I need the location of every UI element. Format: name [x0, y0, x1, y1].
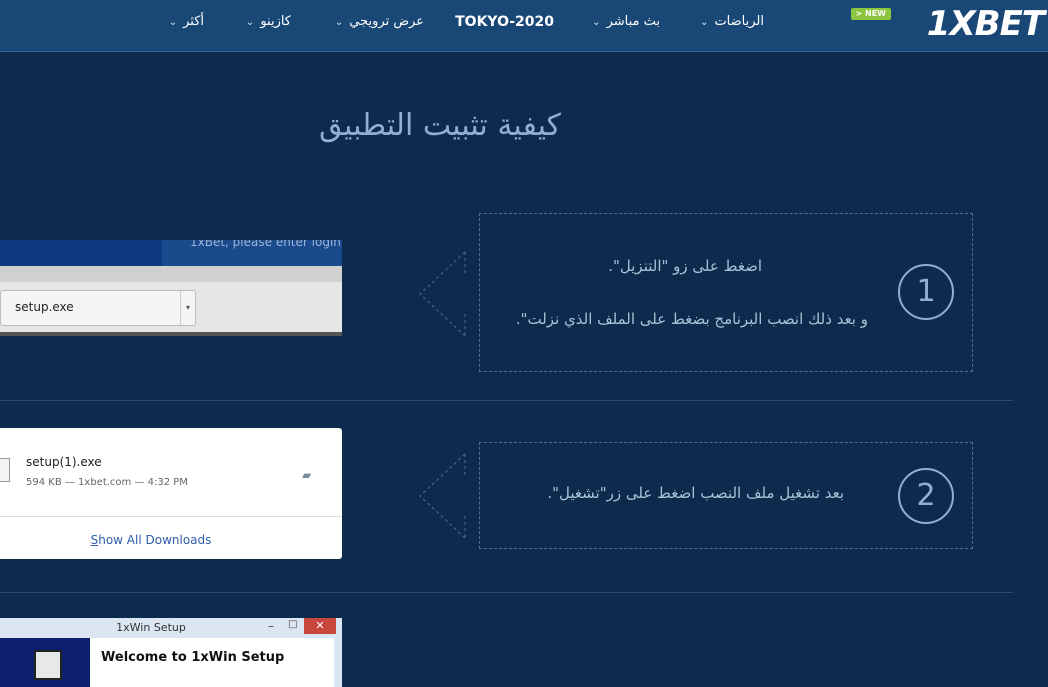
chevron-down-icon: ⌄ — [168, 17, 178, 28]
download-item[interactable]: setup.exe ▾ — [0, 290, 196, 326]
maximize-icon[interactable]: □ — [288, 619, 297, 630]
nav-promo[interactable]: عرض ترويجي ⌄ — [335, 12, 424, 32]
step-2-number: 2 — [898, 468, 954, 524]
show-all-downloads-link[interactable]: Show All Downloads — [0, 533, 302, 547]
top-navigation-bar: 1XBET > NEW الرياضات ⌄ بث مباشر ⌄ TOKYO-20… — [0, 0, 1048, 52]
window-edge — [334, 638, 342, 687]
window-titlebar: 1xWin Setup – □ ✕ — [0, 618, 342, 638]
folder-icon[interactable]: ▰ — [302, 468, 311, 482]
step-2-box: 2 بعد تشغيل ملف النصب اضغط على زر"تشغيل"… — [479, 442, 973, 549]
step-1-line-2: و بعد ذلك انصب البرنامج بضغط على الملف ا… — [515, 310, 868, 328]
nav-live[interactable]: بث مباشر ⌄ — [592, 12, 660, 32]
page-title: كيفية تثبيت التطبيق — [319, 108, 561, 143]
download-bar-top — [0, 266, 342, 282]
minimize-icon[interactable]: – — [268, 619, 274, 633]
pointer-arrow-icon — [419, 453, 466, 539]
chevron-down-icon[interactable]: ▾ — [180, 291, 195, 325]
nav-more[interactable]: أكثر ⌄ — [169, 12, 204, 32]
page-background — [0, 240, 162, 266]
show-all-label: how All Downloads — [98, 533, 212, 547]
nav-sports-label: الرياضات — [714, 14, 764, 29]
chevron-down-icon: ⌄ — [334, 17, 344, 28]
step-1-box: 1 اضغط على زو "التنزيل". و بعد ذلك انصب … — [479, 213, 973, 372]
installer-banner — [0, 638, 90, 687]
section-divider — [0, 592, 1013, 593]
chevron-down-icon: ⌄ — [592, 17, 601, 28]
nav-more-label: أكثر — [183, 14, 204, 29]
nav-tokyo-label: TOKYO-2020 — [455, 14, 554, 30]
chevron-down-icon: ⌄ — [245, 17, 255, 28]
1xbet-logo[interactable]: 1XBET — [904, 5, 1045, 43]
new-badge: > NEW — [850, 8, 891, 20]
nav-tokyo-2020[interactable]: TOKYO-2020 — [455, 12, 554, 32]
nav-casino[interactable]: كازينو ⌄ — [246, 12, 291, 32]
window-title: 1xWin Setup — [116, 621, 186, 634]
browser-page-strip: 1xBet, please enter login — [0, 240, 342, 266]
download-file-name[interactable]: setup(1).exe — [26, 455, 102, 469]
setup-window-screenshot: 1xWin Setup – □ ✕ Welcome to 1xWin Setup — [0, 618, 342, 687]
nav-casino-label: كازينو — [260, 14, 291, 29]
nav-live-label: بث مباشر — [606, 14, 660, 29]
close-icon[interactable]: ✕ — [304, 618, 336, 634]
step-2-line-1: بعد تشغيل ملف النصب اضغط على زر"تشغيل". — [547, 484, 844, 502]
nav-sports[interactable]: الرياضات ⌄ — [700, 12, 764, 32]
page-hint-text: 1xBet, please enter login — [190, 240, 341, 249]
nav-promo-label: عرض ترويجي — [349, 14, 424, 29]
step-1-line-1: اضغط على زو "التنزيل". — [608, 257, 762, 275]
download-meta: 594 KB — 1xbet.com — 4:32 PM — [26, 477, 188, 488]
download-file-name: setup.exe — [15, 300, 74, 314]
pointer-arrow-icon — [419, 251, 466, 337]
download-bar-screenshot: 1xBet, please enter login setup.exe ▾ — [0, 240, 342, 336]
download-bar-edge — [0, 332, 342, 336]
section-divider — [0, 400, 1013, 401]
welcome-heading: Welcome to 1xWin Setup — [101, 650, 285, 665]
computer-icon — [34, 650, 62, 680]
chevron-down-icon: ⌄ — [700, 17, 709, 28]
step-1-number: 1 — [898, 264, 954, 320]
downloads-panel-screenshot: setup(1).exe 594 KB — 1xbet.com — 4:32 P… — [0, 428, 342, 559]
panel-separator — [0, 516, 342, 517]
file-icon — [0, 458, 10, 482]
